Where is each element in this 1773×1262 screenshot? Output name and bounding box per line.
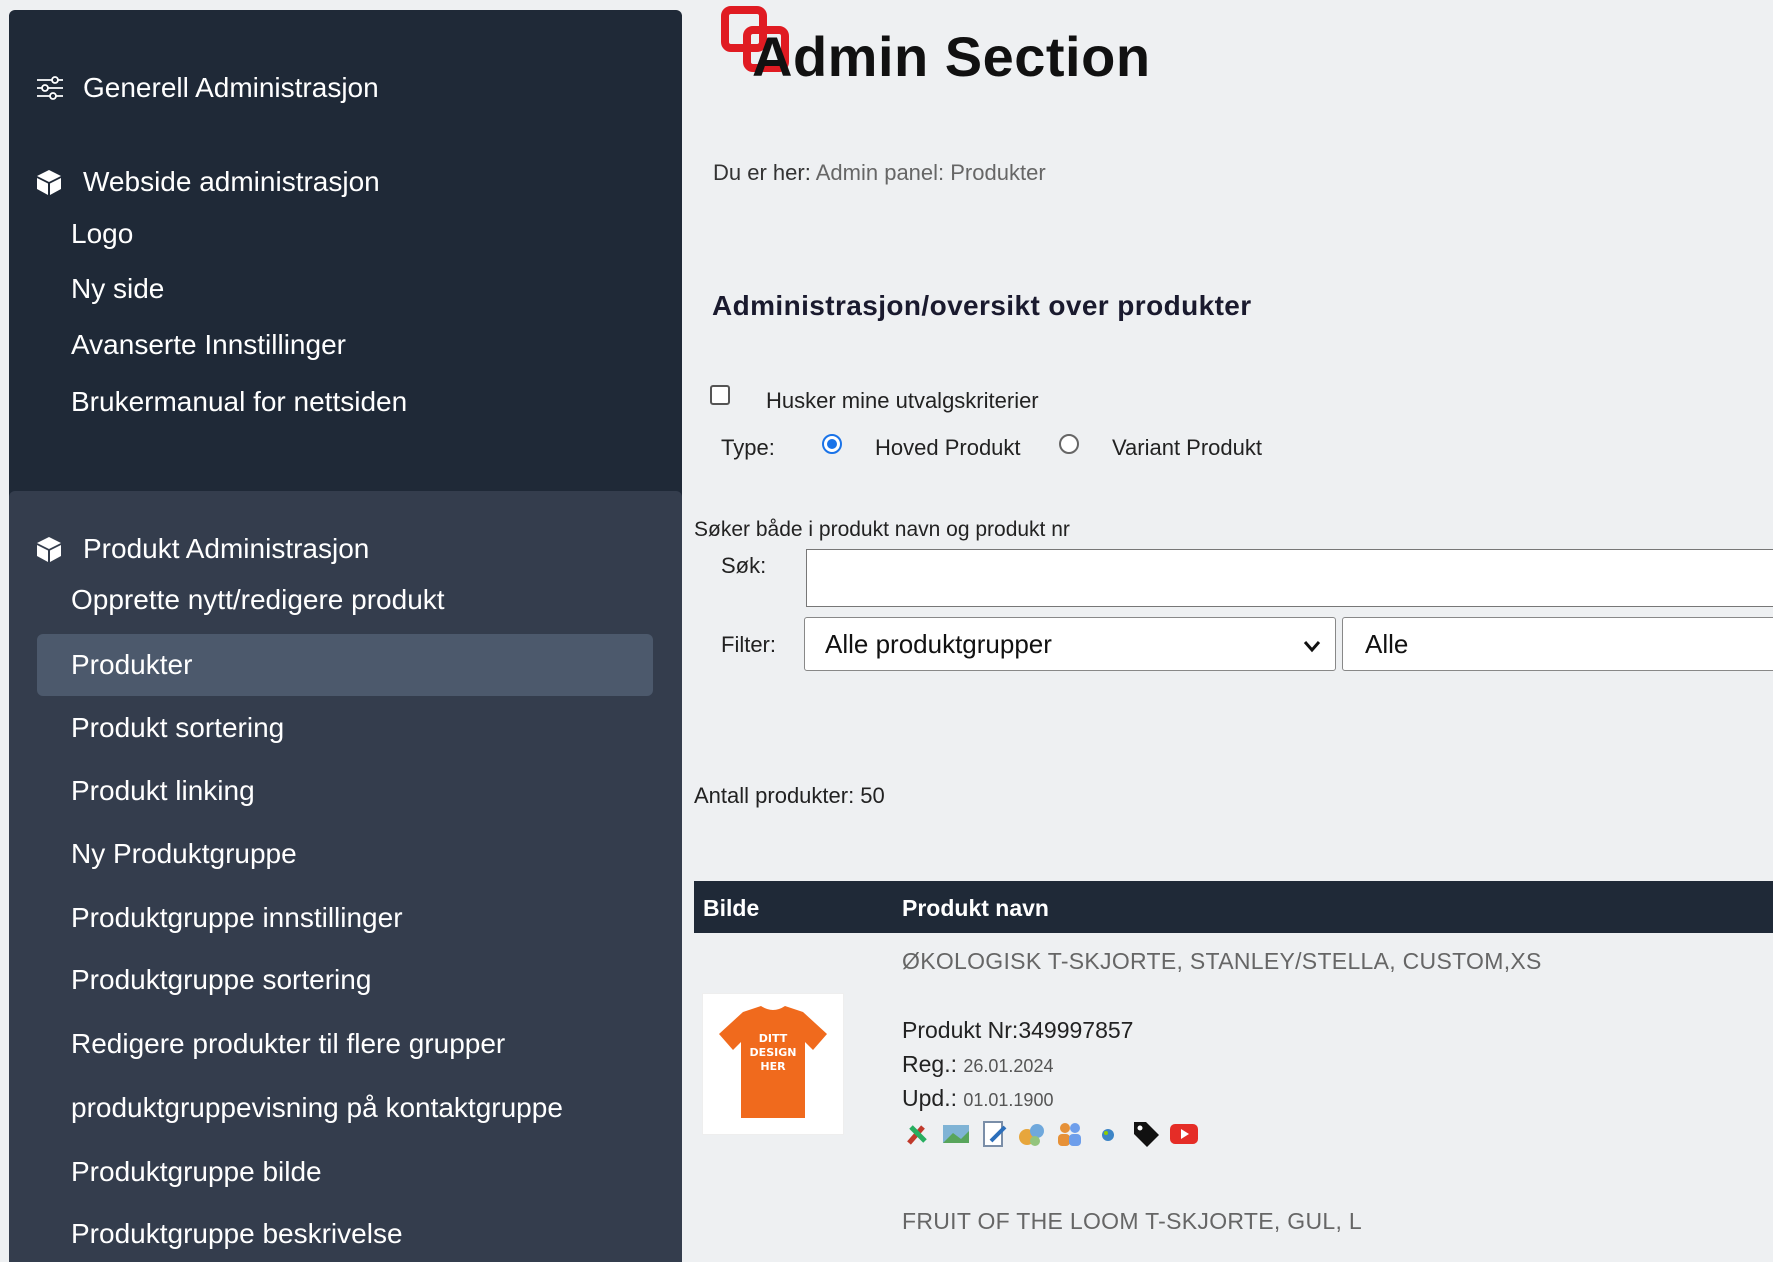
product-nr: Produkt Nr:349997857 xyxy=(902,1017,1133,1044)
product-nr-value: 349997857 xyxy=(1018,1017,1134,1043)
sidebar-header-generell[interactable]: Generell Administrasjon xyxy=(35,68,379,108)
sidebar-item-opprette-produkt[interactable]: Opprette nytt/redigere produkt xyxy=(71,580,445,620)
sidebar-item-brukermanual[interactable]: Brukermanual for nettsiden xyxy=(71,382,407,422)
box-icon xyxy=(35,534,71,564)
search-input[interactable] xyxy=(806,549,1773,607)
sidebar-item-ny-side[interactable]: Ny side xyxy=(71,269,164,309)
section-heading: Administrasjon/oversikt over produkter xyxy=(712,290,1252,321)
upd-label: Upd.: xyxy=(902,1085,957,1111)
filter-second-select[interactable]: Alle xyxy=(1342,617,1773,671)
radio-hoved-produkt-label: Hoved Produkt xyxy=(875,435,1021,460)
youtube-icon[interactable] xyxy=(1168,1118,1200,1150)
sidebar-item-ny-produktgruppe[interactable]: Ny Produktgruppe xyxy=(71,834,297,874)
type-label: Type: xyxy=(721,435,775,460)
chevron-down-icon xyxy=(1301,633,1323,655)
sidebar-item-redigere-flere-grupper[interactable]: Redigere produkter til flere grupper xyxy=(71,1024,505,1064)
product-count: Antall produkter: 50 xyxy=(694,783,885,808)
product-image-text-1: DITT xyxy=(759,1032,788,1045)
group-icon[interactable] xyxy=(1016,1118,1048,1150)
search-hint: Søker både i produkt navn og produkt nr xyxy=(694,518,1070,541)
page-title: Admin Section xyxy=(752,25,1151,88)
product-image-text-3: HER xyxy=(760,1060,786,1073)
sidebar-item-produkt-sortering[interactable]: Produkt sortering xyxy=(71,708,284,748)
product-name[interactable]: ØKOLOGISK T-SKJORTE, STANLEY/STELLA, CUS… xyxy=(902,948,1542,975)
upd-date: Upd.: 01.01.1900 xyxy=(902,1085,1053,1112)
column-header-produkt-navn[interactable]: Produkt navn xyxy=(902,895,1049,922)
users-icon[interactable] xyxy=(1054,1118,1086,1150)
sidebar-item-produktgruppevisning[interactable]: produktgruppevisning på kontaktgruppe xyxy=(71,1088,563,1128)
breadcrumb-prefix: Du er her: xyxy=(713,160,811,185)
sidebar-item-produktgruppe-bilde[interactable]: Produktgruppe bilde xyxy=(71,1152,322,1192)
sidebar-item-avanserte-innstillinger[interactable]: Avanserte Innstillinger xyxy=(71,325,346,365)
table-header: Bilde Produkt navn xyxy=(694,881,1773,933)
action-icons xyxy=(902,1118,1200,1150)
reg-date-value: 26.01.2024 xyxy=(963,1056,1054,1076)
product-name[interactable]: FRUIT OF THE LOOM T-SKJORTE, GUL, L xyxy=(902,1208,1362,1235)
remember-checkbox-label: Husker mine utvalgskriterier xyxy=(766,388,1039,413)
filter-label: Filter: xyxy=(721,632,776,657)
image-icon[interactable] xyxy=(940,1118,972,1150)
product-nr-label: Produkt Nr: xyxy=(902,1017,1019,1043)
sidebar-header-label: Generell Administrasjon xyxy=(83,72,379,103)
product-image[interactable]: DITT DESIGN HER xyxy=(702,993,844,1135)
globe-icon[interactable] xyxy=(1092,1118,1124,1150)
filter-second-value: Alle xyxy=(1365,628,1409,659)
sidebar-header-label: Webside administrasjon xyxy=(83,166,380,197)
breadcrumb: Du er her: Admin panel: Produkter xyxy=(713,160,1046,186)
column-header-bilde[interactable]: Bilde xyxy=(703,895,759,922)
edit-icon[interactable] xyxy=(978,1118,1010,1150)
reg-date: Reg.: 26.01.2024 xyxy=(902,1051,1053,1078)
product-image-text-2: DESIGN xyxy=(750,1046,797,1059)
reg-label: Reg.: xyxy=(902,1051,957,1077)
sidebar-header-label: Produkt Administrasjon xyxy=(83,533,370,564)
radio-variant-produkt[interactable] xyxy=(1059,434,1079,454)
sidebar-item-logo[interactable]: Logo xyxy=(71,214,133,254)
tag-icon[interactable] xyxy=(1130,1118,1162,1150)
sidebar-item-produktgruppe-innstillinger[interactable]: Produktgruppe innstillinger xyxy=(71,898,403,938)
radio-hoved-produkt[interactable] xyxy=(822,434,842,454)
sidebar-item-produkt-linking[interactable]: Produkt linking xyxy=(71,771,255,811)
search-label: Søk: xyxy=(721,553,767,578)
radio-variant-produkt-label: Variant Produkt xyxy=(1112,435,1263,460)
sidebar: Generell Administrasjon Webside administ… xyxy=(9,10,682,1262)
sidebar-header-webside[interactable]: Webside administrasjon xyxy=(35,162,380,202)
upd-date-value: 01.01.1900 xyxy=(963,1090,1054,1110)
filter-group-select[interactable]: Alle produktgrupper xyxy=(804,617,1336,671)
remember-checkbox[interactable] xyxy=(710,385,730,405)
sidebar-item-produkter[interactable]: Produkter xyxy=(71,645,192,685)
breadcrumb-path[interactable]: Admin panel: Produkter xyxy=(816,160,1046,185)
sidebar-item-produktgruppe-beskrivelse[interactable]: Produktgruppe beskrivelse xyxy=(71,1214,403,1254)
filter-group-value: Alle produktgrupper xyxy=(825,628,1052,659)
sidebar-item-produktgruppe-sortering[interactable]: Produktgruppe sortering xyxy=(71,960,371,1000)
tools-icon[interactable] xyxy=(902,1118,934,1150)
box-icon xyxy=(35,167,71,197)
sliders-icon xyxy=(35,73,71,103)
sidebar-header-produkt[interactable]: Produkt Administrasjon xyxy=(35,529,369,569)
